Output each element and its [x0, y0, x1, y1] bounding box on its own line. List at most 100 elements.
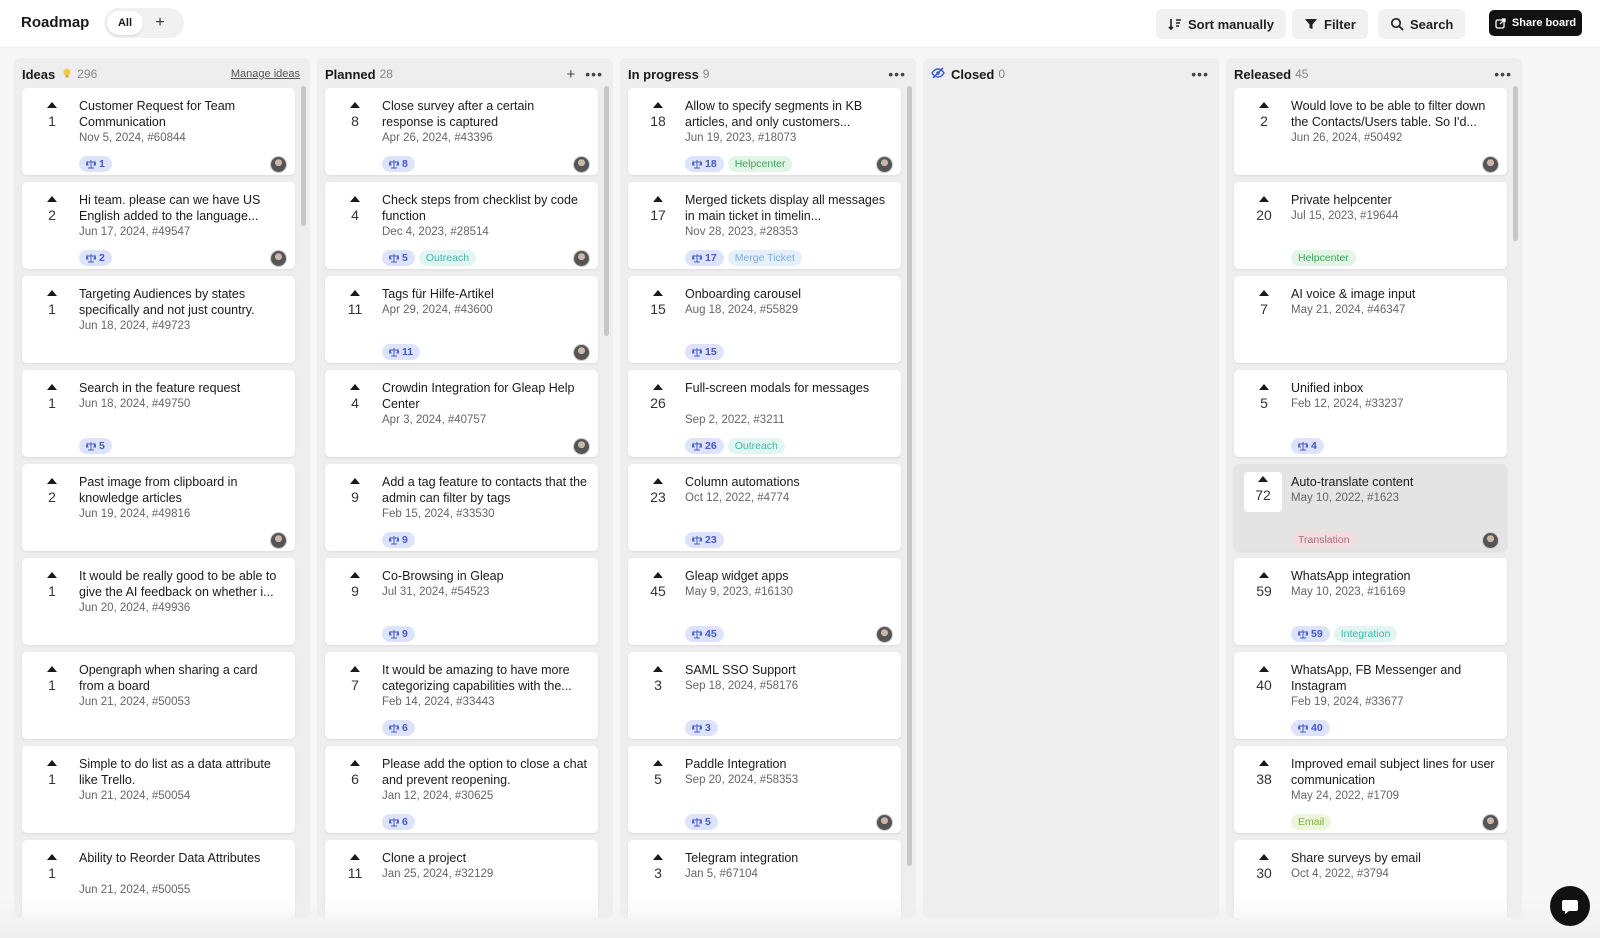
roadmap-card[interactable]: 26 Full-screen modals for messages Sep 2, … [628, 370, 901, 457]
upvote-button[interactable]: 20 [1252, 192, 1276, 230]
roadmap-card[interactable]: 1 It would be really good to be able to g… [22, 558, 295, 645]
upvote-button[interactable]: 7 [343, 662, 367, 700]
upvote-button[interactable]: 1 [40, 662, 64, 700]
upvote-button[interactable]: 8 [343, 98, 367, 136]
upvote-button[interactable]: 23 [646, 474, 670, 512]
upvote-button[interactable]: 45 [646, 568, 670, 606]
roadmap-card[interactable]: 5 Unified inbox Feb 12, 2024, #33237 4 [1234, 370, 1507, 457]
upvote-button[interactable]: 7 [1252, 286, 1276, 324]
upvote-button[interactable]: 72 [1244, 472, 1282, 512]
upvote-button[interactable]: 59 [1252, 568, 1276, 606]
column-scrollbar[interactable] [1513, 86, 1518, 241]
upvote-button[interactable]: 1 [40, 756, 64, 794]
upvote-button[interactable]: 1 [40, 98, 64, 136]
card-title: Private helpcenter [1291, 193, 1392, 207]
card-date-id: Nov 28, 2023, #28353 [685, 226, 799, 238]
roadmap-card[interactable]: 8 Close survey after a certain response i… [325, 88, 598, 175]
roadmap-card[interactable]: 17 Merged tickets display all messages in… [628, 182, 901, 269]
upvote-button[interactable]: 30 [1252, 850, 1276, 888]
column-count: 0 [998, 67, 1006, 81]
upvote-button[interactable]: 11 [343, 286, 367, 324]
upvote-button[interactable]: 9 [343, 568, 367, 606]
upvote-button[interactable]: 38 [1252, 756, 1276, 794]
more-options-icon[interactable]: ••• [585, 67, 603, 81]
roadmap-card[interactable]: 18 Allow to specify segments in KB articl… [628, 88, 901, 175]
upvote-button[interactable]: 4 [343, 380, 367, 418]
more-options-icon[interactable]: ••• [888, 67, 906, 81]
roadmap-card[interactable]: 1 Targeting Audiences by states specifica… [22, 276, 295, 363]
upvote-button[interactable]: 2 [40, 474, 64, 512]
more-options-icon[interactable]: ••• [1191, 67, 1209, 81]
upvote-button[interactable]: 1 [40, 380, 64, 418]
share-board-button[interactable]: Share board [1489, 10, 1582, 36]
upvote-button[interactable]: 2 [1252, 98, 1276, 136]
roadmap-card[interactable]: 40 WhatsApp, FB Messenger and Instagram Fe… [1234, 652, 1507, 739]
upvote-button[interactable]: 40 [1252, 662, 1276, 700]
roadmap-card[interactable]: 4 Check steps from checklist by code func… [325, 182, 598, 269]
upvote-button[interactable]: 2 [40, 192, 64, 230]
upvote-button[interactable]: 5 [1252, 380, 1276, 418]
roadmap-card[interactable]: 38 Improved email subject lines for user … [1234, 746, 1507, 833]
roadmap-card[interactable]: 1 Simple to do list as a data attribute l… [22, 746, 295, 833]
roadmap-card[interactable]: 2 Would love to be able to filter down th… [1234, 88, 1507, 175]
card-date-id: Aug 18, 2024, #55829 [685, 304, 799, 316]
roadmap-card[interactable]: 45 Gleap widget apps May 9, 2023, #16130 45 [628, 558, 901, 645]
roadmap-card[interactable]: 59 WhatsApp integration May 10, 2023, #161… [1234, 558, 1507, 645]
upvote-button[interactable]: 1 [40, 568, 64, 606]
upvote-button[interactable]: 4 [343, 192, 367, 230]
roadmap-card[interactable]: 72 Auto-translate content May 10, 2022, #1… [1234, 464, 1507, 551]
roadmap-card[interactable]: 2 Hi team. please can we have US English … [22, 182, 295, 269]
upvote-arrow-icon [653, 102, 663, 108]
upvote-button[interactable]: 6 [343, 756, 367, 794]
tab-all[interactable]: All [107, 11, 143, 35]
roadmap-card[interactable]: 9 Add a tag feature to contacts that the … [325, 464, 598, 551]
roadmap-card[interactable]: 20 Private helpcenter Jul 15, 2023, #19644… [1234, 182, 1507, 269]
add-filter-button[interactable]: + [143, 11, 177, 35]
search-button[interactable]: Search [1378, 9, 1466, 39]
upvote-button[interactable]: 15 [646, 286, 670, 324]
column-actions: ••• [1191, 67, 1209, 81]
roadmap-card[interactable]: 5 Paddle Integration Sep 20, 2024, #58353 5 [628, 746, 901, 833]
roadmap-card[interactable]: 2 Past image from clipboard in knowledge … [22, 464, 295, 551]
roadmap-card[interactable]: 6 Please add the option to close a chat a… [325, 746, 598, 833]
upvote-button[interactable]: 18 [646, 98, 670, 136]
manage-ideas-link[interactable]: Manage ideas [231, 68, 300, 80]
upvote-button[interactable]: 17 [646, 192, 670, 230]
roadmap-card[interactable]: 7 AI voice & image input May 21, 2024, #46… [1234, 276, 1507, 363]
roadmap-card[interactable]: 1 Customer Request for Team Communication… [22, 88, 295, 175]
card-badges: 40 [1291, 720, 1330, 736]
roadmap-card[interactable]: 15 Onboarding carousel Aug 18, 2024, #5582… [628, 276, 901, 363]
upvote-button[interactable]: 3 [646, 662, 670, 700]
roadmap-card[interactable]: 11 Tags für Hilfe-Artikel Apr 29, 2024, #4… [325, 276, 598, 363]
vote-count: 6 [351, 771, 359, 787]
upvote-button[interactable]: 26 [646, 380, 670, 418]
filter-button[interactable]: Filter [1292, 9, 1368, 39]
card-date-id: Oct 12, 2022, #4774 [685, 492, 790, 504]
upvote-button[interactable]: 11 [343, 850, 367, 888]
card-title: Auto-translate content [1291, 475, 1414, 489]
roadmap-card[interactable]: 1 Search in the feature request Jun 18, 20… [22, 370, 295, 457]
card-badges: Email [1291, 814, 1332, 830]
roadmap-card[interactable]: 23 Column automations Oct 12, 2022, #4774 2… [628, 464, 901, 551]
card-date-id: Oct 4, 2022, #3794 [1291, 868, 1389, 880]
card-title: WhatsApp integration [1291, 569, 1411, 583]
roadmap-card[interactable]: 7 It would be amazing to have more catego… [325, 652, 598, 739]
upvote-button[interactable]: 3 [646, 850, 670, 888]
card-title: It would be amazing to have more categor… [382, 663, 572, 693]
roadmap-card[interactable]: 9 Co-Browsing in Gleap Jul 31, 2024, #5452… [325, 558, 598, 645]
roadmap-card[interactable]: 4 Crowdin Integration for Gleap Help Cent… [325, 370, 598, 457]
upvote-button[interactable]: 1 [40, 850, 64, 888]
roadmap-card[interactable]: 1 Opengraph when sharing a card from a bo… [22, 652, 295, 739]
column-count: 28 [379, 67, 393, 81]
upvote-button[interactable]: 5 [646, 756, 670, 794]
column-scrollbar[interactable] [604, 86, 609, 336]
more-options-icon[interactable]: ••• [1494, 67, 1512, 81]
sort-button[interactable]: Sort manually [1156, 9, 1286, 39]
upvote-button[interactable]: 1 [40, 286, 64, 324]
roadmap-card[interactable]: 3 SAML SSO Support Sep 18, 2024, #58176 3 [628, 652, 901, 739]
column-scrollbar[interactable] [301, 86, 306, 226]
add-card-icon[interactable]: + [567, 66, 576, 83]
upvote-button[interactable]: 9 [343, 474, 367, 512]
column-scrollbar[interactable] [907, 86, 912, 866]
chat-launcher-button[interactable] [1550, 886, 1590, 926]
